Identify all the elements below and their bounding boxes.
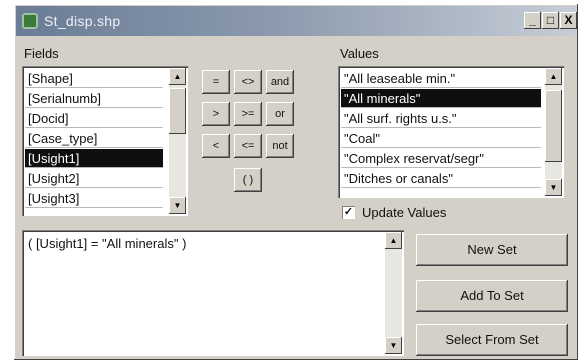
operator-greater-than-button[interactable]: >	[202, 102, 230, 126]
operator-not-button[interactable]: not	[266, 134, 294, 158]
value-list-item[interactable]: "All minerals"	[341, 89, 541, 108]
app-icon	[22, 13, 38, 29]
add-to-set-button[interactable]: Add To Set	[416, 280, 568, 312]
scroll-up-arrow-icon[interactable]: ▲	[169, 68, 186, 85]
field-list-item[interactable]: [Shape]	[25, 69, 163, 88]
values-scrollbar[interactable]: ▲ ▼	[545, 68, 562, 196]
value-list-item[interactable]: "Complex reservat/segr"	[341, 149, 541, 168]
close-button[interactable]: X	[560, 12, 577, 29]
operator-not-equal-button[interactable]: <>	[234, 70, 262, 94]
operator-parentheses-button[interactable]: ( )	[234, 168, 262, 192]
new-set-button[interactable]: New Set	[416, 234, 568, 266]
operator-equals-button[interactable]: =	[202, 70, 230, 94]
operator-less-equal-button[interactable]: <=	[234, 134, 262, 158]
field-list-item[interactable]: [Case_type]	[25, 129, 163, 148]
operator-and-button[interactable]: and	[266, 70, 294, 94]
value-list-item[interactable]: "All leaseable min."	[341, 69, 541, 88]
scroll-thumb[interactable]	[169, 88, 186, 134]
value-list-item[interactable]: "Coal"	[341, 129, 541, 148]
field-list-item[interactable]: [Usight1]	[25, 149, 163, 168]
fields-label: Fields	[24, 46, 59, 61]
expression-textarea[interactable]: ( [Usight1] = "All minerals" ) ▲ ▼	[22, 230, 404, 356]
field-list-item[interactable]: [Usight2]	[25, 169, 163, 188]
field-list-item[interactable]: [Usight3]	[25, 189, 163, 208]
scroll-down-arrow-icon[interactable]: ▼	[385, 337, 402, 354]
scroll-thumb[interactable]	[545, 90, 562, 162]
values-listbox[interactable]: ▲ ▼ "All leaseable min." "All minerals" "A…	[338, 66, 564, 198]
operator-greater-equal-button[interactable]: >=	[234, 102, 262, 126]
scroll-up-arrow-icon[interactable]: ▲	[545, 68, 562, 85]
values-label: Values	[340, 46, 379, 61]
field-list-item[interactable]: [Docid]	[25, 109, 163, 128]
value-list-item[interactable]: "Ditches or canals"	[341, 169, 541, 188]
value-list-item[interactable]: "All surf. rights u.s."	[341, 109, 541, 128]
maximize-button[interactable]: □	[542, 12, 559, 29]
scroll-down-arrow-icon[interactable]: ▼	[545, 179, 562, 196]
minimize-button[interactable]: _	[524, 12, 541, 29]
fields-listbox[interactable]: ▲ ▼ [Shape] [Serialnumb] [Docid] [Case_type…	[22, 66, 188, 216]
window-title: St_disp.shp	[44, 13, 121, 29]
update-values-label: Update Values	[362, 205, 447, 220]
expression-text: ( [Usight1] = "All minerals" )	[28, 236, 187, 251]
field-list-item[interactable]: [Serialnumb]	[25, 89, 163, 108]
scroll-down-arrow-icon[interactable]: ▼	[169, 197, 186, 214]
expression-scrollbar[interactable]: ▲ ▼	[385, 232, 402, 354]
operator-or-button[interactable]: or	[266, 102, 294, 126]
update-values-checkbox[interactable]: ✓	[342, 206, 355, 219]
scroll-up-arrow-icon[interactable]: ▲	[385, 232, 402, 249]
title-bar[interactable]: St_disp.shp _ □ X	[16, 6, 577, 36]
operator-less-than-button[interactable]: <	[202, 134, 230, 158]
fields-scrollbar[interactable]: ▲ ▼	[169, 68, 186, 214]
select-from-set-button[interactable]: Select From Set	[416, 324, 568, 356]
query-builder-window: St_disp.shp _ □ X Fields ▲ ▼ [Shape] [Ser…	[14, 4, 578, 360]
